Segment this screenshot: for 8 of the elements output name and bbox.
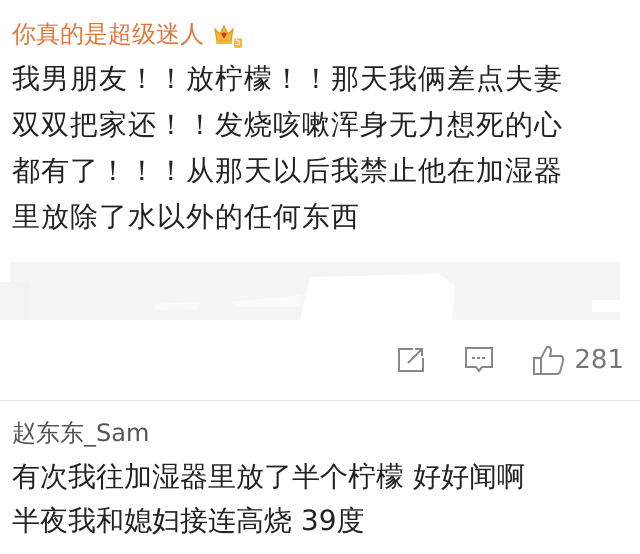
share-icon[interactable] [396, 346, 426, 374]
thumbs-up-icon[interactable] [532, 344, 566, 376]
crown-badge: 5 [212, 20, 242, 48]
username[interactable]: 赵东东_Sam [12, 415, 628, 451]
comment-text: 我男朋友！！放柠檬！！那天我俩差点夫妻双双把家还！！发烧咳嗽浑身无力想死的心都有了！！！从那天以后我禁止他在加湿器里放除了水以外的任何东西 [12, 61, 564, 235]
comment-text: 有次我往加湿器里放了半个柠檬 好好闻啊半夜我和媳妇接连高烧 39度 [12, 459, 526, 539]
comment-icon[interactable] [464, 345, 494, 375]
like-count: 281 [574, 344, 624, 376]
